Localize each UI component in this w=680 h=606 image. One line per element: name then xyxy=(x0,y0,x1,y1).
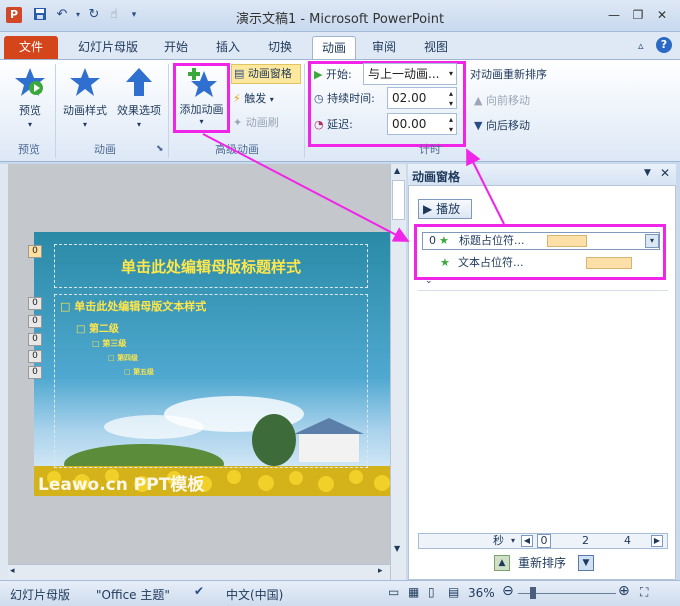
status-bar: 幻灯片母版 "Office 主题" ✔ 中文(中国) ▭ ▦ ▯ ▤ 36% ⊖… xyxy=(0,580,680,606)
zoom-in-icon[interactable]: ⊕ xyxy=(618,583,630,599)
fit-to-window-icon[interactable]: ⛶ xyxy=(640,585,648,600)
normal-view-icon[interactable]: ▭ xyxy=(388,585,399,599)
callout-arrows xyxy=(202,133,505,242)
zoom-out-icon[interactable]: ⊖ xyxy=(502,583,514,599)
reading-view-icon[interactable]: ▯ xyxy=(428,585,435,599)
language[interactable]: 中文(中国) xyxy=(226,586,283,603)
theme-name: "Office 主题" xyxy=(96,588,170,602)
zoom-level[interactable]: 36% xyxy=(468,586,495,600)
slide-sorter-icon[interactable]: ▦ xyxy=(408,585,419,599)
view-name: 幻灯片母版 xyxy=(10,588,71,602)
slideshow-icon[interactable]: ▤ xyxy=(448,585,459,599)
zoom-slider-thumb[interactable] xyxy=(530,587,536,599)
spell-check-icon[interactable]: ✔ xyxy=(194,584,204,598)
